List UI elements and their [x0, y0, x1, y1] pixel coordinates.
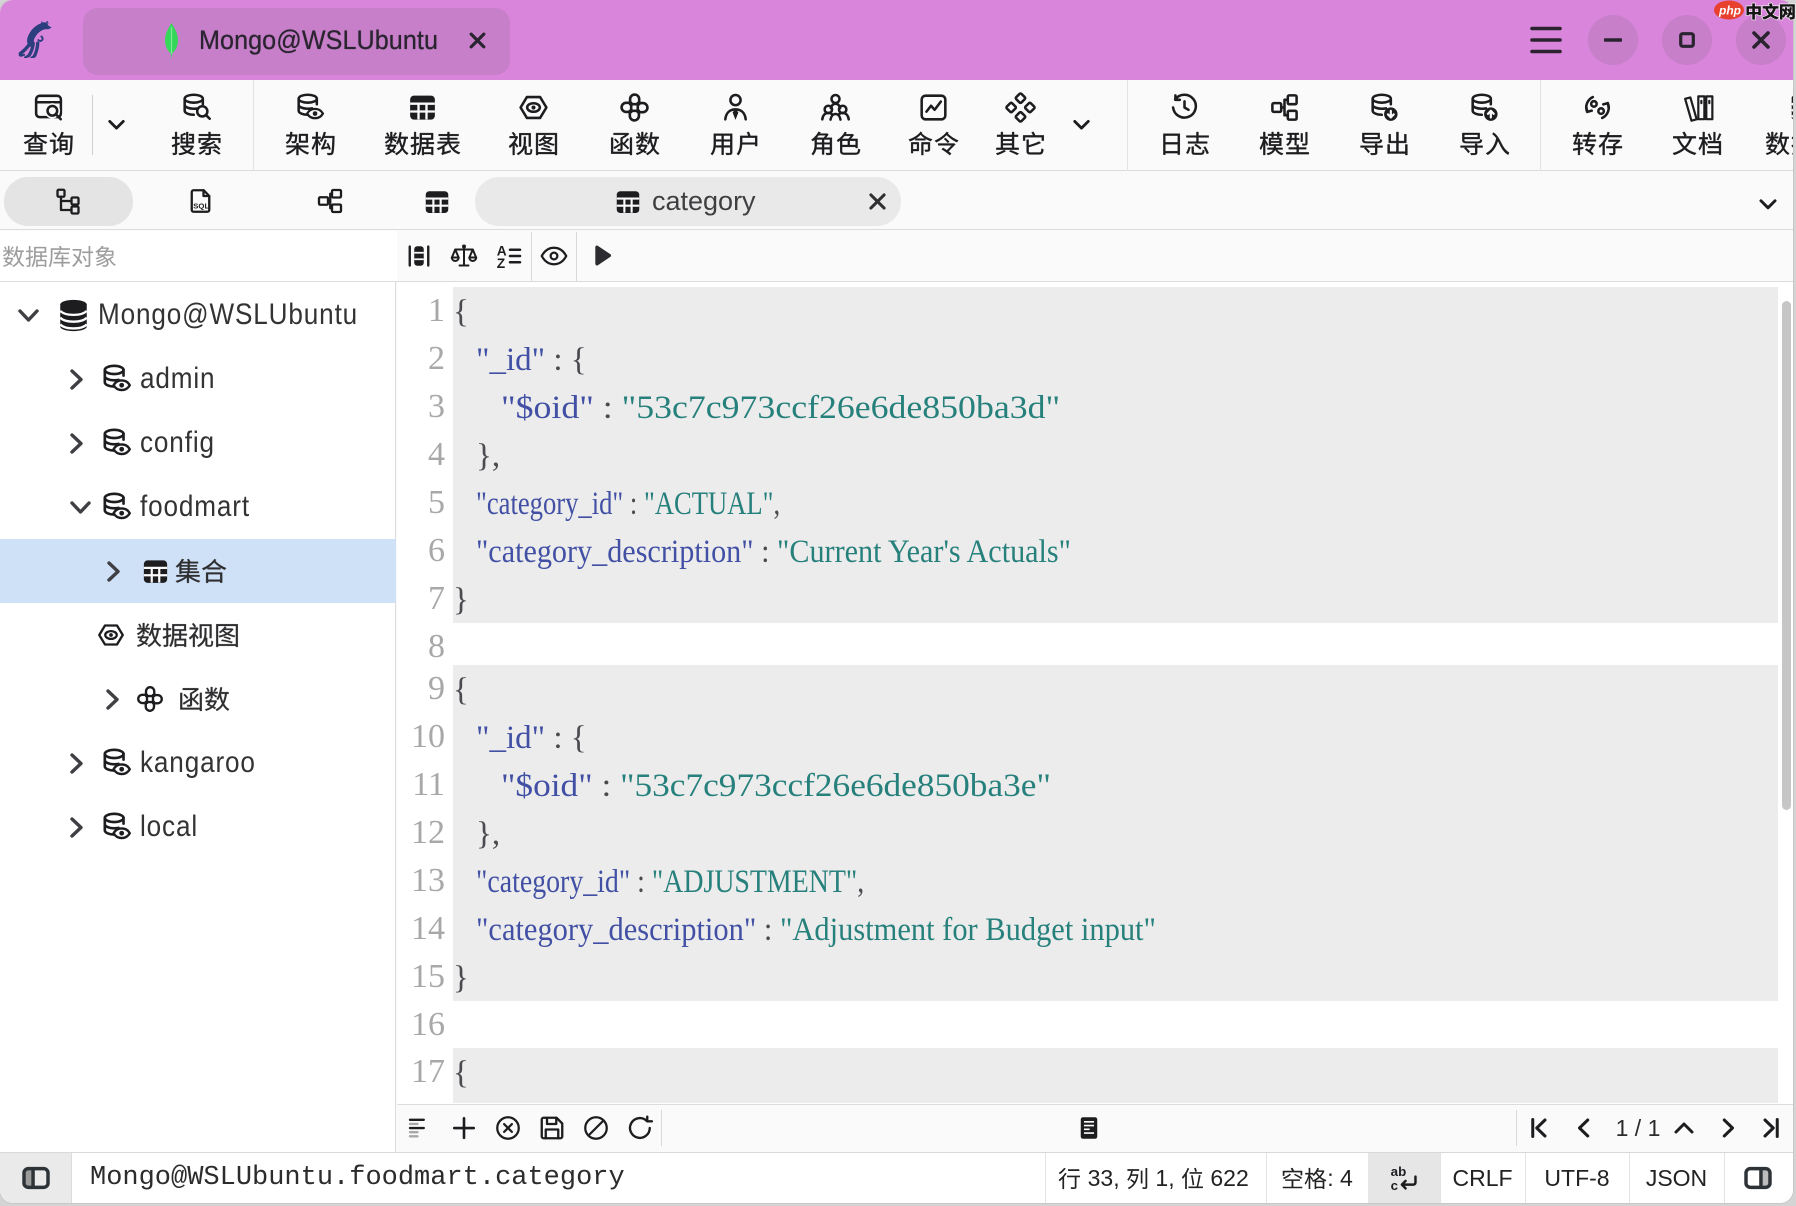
svg-text:php: php: [1718, 4, 1741, 18]
svg-text:Z: Z: [497, 256, 505, 271]
svg-text:ab: ab: [1391, 1164, 1407, 1179]
svg-text:c: c: [1391, 1178, 1399, 1193]
svg-text:SQL: SQL: [193, 201, 209, 210]
